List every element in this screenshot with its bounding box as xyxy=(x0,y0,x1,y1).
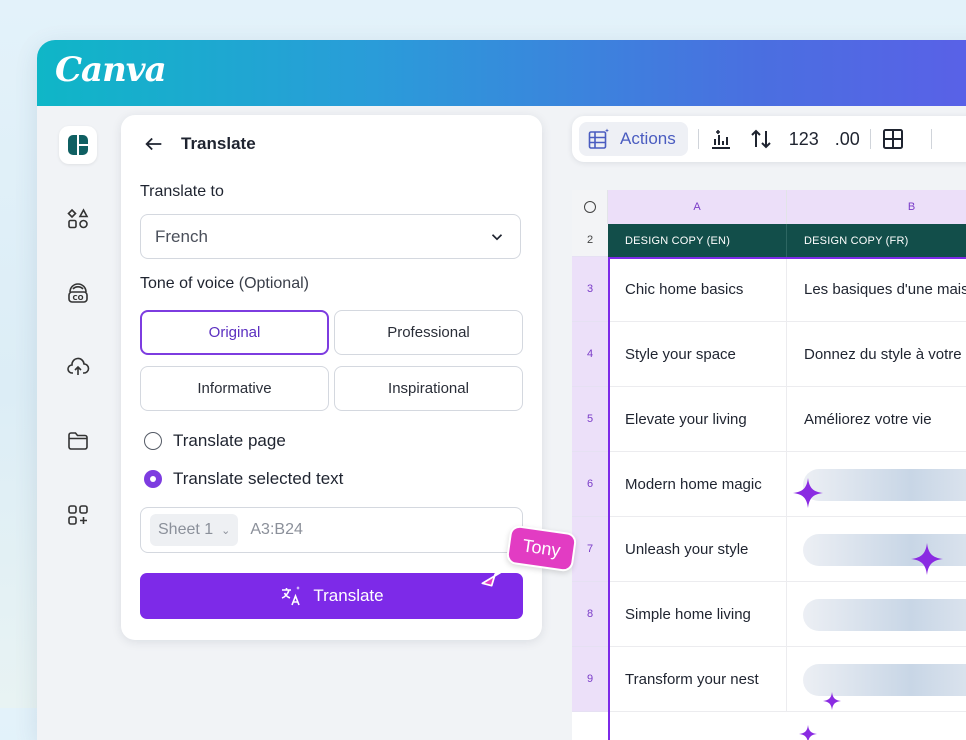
sheet-selector[interactable]: Sheet 1 ⌄ xyxy=(150,514,239,546)
radio-translate-page[interactable]: Translate page xyxy=(144,431,286,451)
loading-placeholder xyxy=(803,469,966,501)
range-value: A3:B24 xyxy=(250,521,303,538)
top-bar: Canva xyxy=(37,40,966,106)
radio-translate-selected-label: Translate selected text xyxy=(173,469,344,488)
chart-icon xyxy=(711,130,730,149)
row-number[interactable]: 8 xyxy=(572,582,608,647)
table-cell[interactable]: Chic home basics xyxy=(608,257,787,322)
row-number[interactable]: 5 xyxy=(572,387,608,452)
tone-informative-button[interactable]: Informative xyxy=(140,366,329,411)
radio-translate-selected[interactable]: Translate selected text xyxy=(144,469,343,489)
sheet-name: Sheet 1 xyxy=(158,521,214,538)
row-number[interactable]: 2 xyxy=(572,224,608,257)
table-cell[interactable]: Donnez du style à votre xyxy=(787,322,966,387)
selection-border xyxy=(608,257,610,740)
sort-button[interactable] xyxy=(749,127,773,151)
chevron-down-icon: ⌄ xyxy=(221,524,231,537)
sparkle-icon xyxy=(823,692,841,710)
range-field[interactable]: Sheet 1 ⌄ A3:B24 xyxy=(140,507,523,553)
number-format-button[interactable]: 123 xyxy=(789,129,819,150)
table-cell[interactable]: Transform your nest xyxy=(608,647,787,712)
upload-icon xyxy=(67,357,90,375)
panel-header: Translate xyxy=(143,133,256,155)
rail-upload-button[interactable] xyxy=(59,348,97,386)
back-arrow-icon[interactable] xyxy=(143,133,165,155)
radio-translate-page-label: Translate page xyxy=(173,431,286,450)
table-cell[interactable]: Modern home magic xyxy=(608,452,787,517)
borders-button[interactable] xyxy=(881,127,905,151)
svg-text:CO: CO xyxy=(72,294,83,302)
sheets-icon xyxy=(68,135,88,155)
select-all-corner[interactable] xyxy=(572,190,608,224)
left-rail: CO xyxy=(37,106,121,740)
spreadsheet: A B 2 DESIGN COPY (EN) DESIGN COPY (FR) … xyxy=(572,190,966,740)
column-header-a[interactable]: A xyxy=(608,190,787,224)
elements-icon xyxy=(67,208,89,229)
table-cell[interactable]: Style your space xyxy=(608,322,787,387)
translate-button[interactable]: Translate xyxy=(140,573,523,619)
canva-window: Canva CO Translate Translate to French T… xyxy=(37,40,966,740)
toolbar-divider xyxy=(869,129,871,149)
selection-border xyxy=(608,257,966,259)
sheet-toolbar: Actions 123 .00 xyxy=(572,116,966,162)
cursor-pointer-icon xyxy=(481,568,507,587)
language-value: French xyxy=(155,226,208,246)
sparkle-icon xyxy=(911,543,943,575)
panel-title: Translate xyxy=(181,134,256,153)
rail-apps-button[interactable] xyxy=(59,496,97,534)
toolbar-divider xyxy=(930,129,932,149)
header-cell-fr[interactable]: DESIGN COPY (FR) xyxy=(787,224,966,257)
radio-circle-selected[interactable] xyxy=(144,470,162,488)
translate-icon xyxy=(282,586,301,606)
row-number[interactable]: 6 xyxy=(572,452,608,517)
grid-icon xyxy=(882,129,903,149)
canva-logo[interactable]: Canva xyxy=(55,50,167,90)
column-header-b[interactable]: B xyxy=(787,190,966,224)
translate-to-label: Translate to xyxy=(140,183,224,200)
row-number[interactable]: 4 xyxy=(572,322,608,387)
insert-chart-button[interactable] xyxy=(709,127,733,151)
translate-panel: Translate Translate to French Tone of vo… xyxy=(121,115,542,640)
table-cell[interactable]: Simple home living xyxy=(608,582,787,647)
row-number[interactable]: 7 xyxy=(572,517,608,582)
sort-arrows-icon xyxy=(751,129,771,149)
tone-label: Tone of voice (Optional) xyxy=(140,275,309,293)
table-cell[interactable]: Améliorez votre vie xyxy=(787,387,966,452)
toolbar-divider xyxy=(697,129,699,149)
tone-inspirational-button[interactable]: Inspirational xyxy=(334,366,523,411)
loading-placeholder xyxy=(803,599,966,631)
chevron-down-icon xyxy=(491,233,503,240)
rail-sheets-button[interactable] xyxy=(59,126,97,164)
table-cell[interactable]: Elevate your living xyxy=(608,387,787,452)
actions-label: Actions xyxy=(620,129,676,148)
header-cell-en[interactable]: DESIGN COPY (EN) xyxy=(608,224,787,257)
decimal-format-button[interactable]: .00 xyxy=(835,129,860,150)
table-cell[interactable]: Unleash your style xyxy=(608,517,787,582)
language-select[interactable]: French xyxy=(140,214,521,259)
row-number[interactable]: 9 xyxy=(572,647,608,712)
magic-table-icon xyxy=(588,128,609,149)
sparkle-icon xyxy=(793,478,823,508)
brand-icon: CO xyxy=(68,283,88,303)
sparkle-icon xyxy=(799,725,817,740)
apps-icon xyxy=(68,505,88,525)
rail-projects-button[interactable] xyxy=(59,422,97,460)
folder-icon xyxy=(68,432,88,450)
tone-label-text: Tone of voice xyxy=(140,275,235,292)
rail-elements-button[interactable] xyxy=(59,200,97,238)
radio-circle[interactable] xyxy=(144,432,162,450)
tone-professional-button[interactable]: Professional xyxy=(334,310,523,355)
actions-button[interactable]: Actions xyxy=(579,122,688,156)
translate-button-label: Translate xyxy=(313,586,384,605)
rail-brand-button[interactable]: CO xyxy=(59,274,97,312)
tone-original-button[interactable]: Original xyxy=(140,310,329,355)
row-number[interactable]: 3 xyxy=(572,257,608,322)
tone-optional-text: (Optional) xyxy=(238,275,309,292)
table-cell[interactable]: Les basiques d'une mais xyxy=(787,257,966,322)
